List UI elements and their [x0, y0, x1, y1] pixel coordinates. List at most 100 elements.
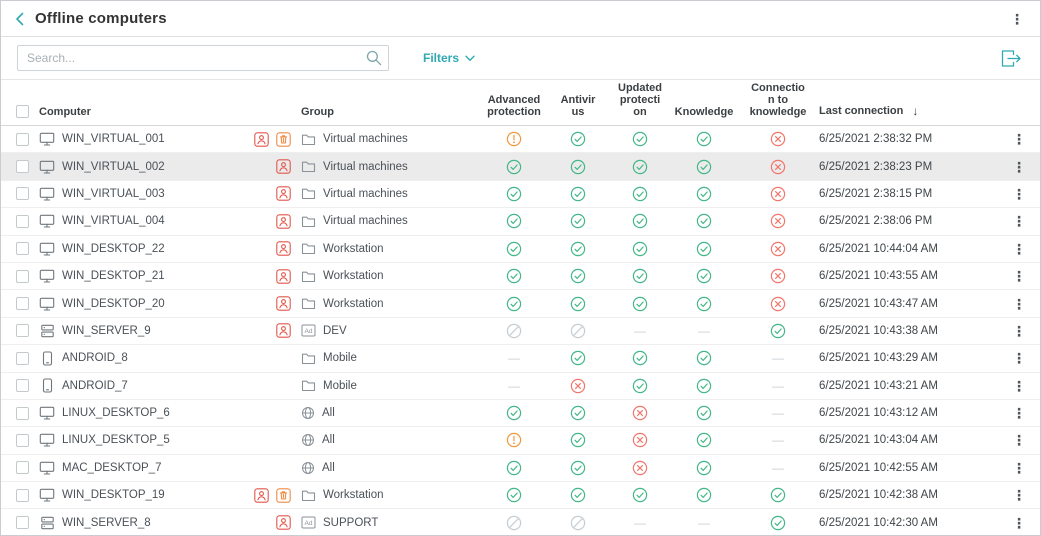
group-name: SUPPORT [323, 517, 378, 529]
column-header-group[interactable]: Group [301, 106, 481, 125]
status-none: — [634, 516, 646, 530]
status-none: — [772, 351, 784, 365]
table-row[interactable]: WIN_VIRTUAL_003Virtual machines6/25/2021… [1, 181, 1040, 208]
last-connection: 6/25/2021 10:43:47 AM [819, 298, 938, 310]
row-checkbox[interactable] [16, 324, 29, 337]
row-checkbox[interactable] [16, 187, 29, 200]
table-row[interactable]: WIN_VIRTUAL_004Virtual machines6/25/2021… [1, 208, 1040, 235]
group-name: Virtual machines [323, 215, 408, 227]
row-checkbox[interactable] [16, 297, 29, 310]
status-ok-icon [506, 296, 522, 312]
select-all-checkbox[interactable] [16, 105, 29, 118]
table-row[interactable]: WIN_VIRTUAL_002Virtual machines6/25/2021… [1, 153, 1040, 180]
folder-icon [301, 187, 316, 200]
status-ok-icon [506, 405, 522, 421]
row-checkbox[interactable] [16, 379, 29, 392]
status-ok-icon [632, 213, 648, 229]
topbar: Offline computers ⋮ [1, 1, 1040, 37]
search-icon[interactable] [366, 50, 382, 66]
column-header-antivirus[interactable]: Antivirus [547, 94, 609, 125]
row-menu-icon[interactable]: ⋮ [1012, 160, 1026, 174]
user-badge-icon [254, 132, 269, 147]
row-menu-icon[interactable]: ⋮ [1012, 132, 1026, 146]
row-menu-icon[interactable]: ⋮ [1012, 379, 1026, 393]
column-header-updated-protection[interactable]: Updated protection [609, 82, 671, 125]
row-menu-icon[interactable]: ⋮ [1012, 297, 1026, 311]
row-menu-icon[interactable]: ⋮ [1012, 406, 1026, 420]
column-header-computer[interactable]: Computer [39, 106, 301, 125]
row-checkbox[interactable] [16, 270, 29, 283]
page-title: Offline computers [35, 10, 167, 27]
status-ok-icon [696, 487, 712, 503]
row-checkbox[interactable] [16, 461, 29, 474]
row-menu-icon[interactable]: ⋮ [1012, 324, 1026, 338]
monitor-icon [39, 132, 55, 146]
row-menu-icon[interactable]: ⋮ [1012, 461, 1026, 475]
svg-text:Ad: Ad [305, 328, 313, 335]
table-row[interactable]: ANDROID_8Mobile——6/25/2021 10:43:29 AM⋮ [1, 345, 1040, 372]
table-row[interactable]: ANDROID_7Mobile——6/25/2021 10:43:21 AM⋮ [1, 373, 1040, 400]
globe-icon [301, 406, 315, 420]
monitor-icon [39, 406, 55, 420]
table-row[interactable]: WIN_DESKTOP_20Workstation6/25/2021 10:43… [1, 290, 1040, 317]
table-row[interactable]: WIN_DESKTOP_19Workstation6/25/2021 10:42… [1, 482, 1040, 509]
sort-desc-arrow-icon[interactable]: ↓ [912, 104, 918, 118]
table-row[interactable]: WIN_SERVER_9AdDEV——6/25/2021 10:43:38 AM… [1, 318, 1040, 345]
back-button[interactable] [15, 12, 24, 26]
offline-computers-page: Offline computers ⋮ Filters Computer Gro… [0, 0, 1041, 536]
column-header-advanced-protection[interactable]: Advanced protection [481, 94, 547, 125]
status-ok-icon [632, 186, 648, 202]
table-row[interactable]: WIN_SERVER_8AdSUPPORT——6/25/2021 10:42:3… [1, 509, 1040, 536]
table-row[interactable]: MAC_DESKTOP_7All—6/25/2021 10:42:55 AM⋮ [1, 455, 1040, 482]
column-header-knowledge[interactable]: Knowledge [671, 106, 737, 125]
row-checkbox[interactable] [16, 215, 29, 228]
status-ok-icon [632, 378, 648, 394]
table-row[interactable]: WIN_VIRTUAL_001Virtual machines6/25/2021… [1, 126, 1040, 153]
column-header-last-connection[interactable]: Last connection ↓ [819, 104, 989, 125]
row-checkbox[interactable] [16, 160, 29, 173]
row-menu-icon[interactable]: ⋮ [1012, 242, 1026, 256]
status-error-icon [770, 131, 786, 147]
computer-name: WIN_DESKTOP_22 [62, 243, 165, 255]
row-checkbox[interactable] [16, 516, 29, 529]
row-menu-icon[interactable]: ⋮ [1012, 488, 1026, 502]
status-ok-icon [696, 131, 712, 147]
row-menu-icon[interactable]: ⋮ [1012, 269, 1026, 283]
computer-name: LINUX_DESKTOP_5 [62, 434, 170, 446]
export-icon[interactable] [1000, 49, 1024, 68]
row-checkbox[interactable] [16, 489, 29, 502]
page-menu-icon[interactable]: ⋮ [1010, 12, 1026, 26]
status-ok-icon [570, 268, 586, 284]
user-badge-icon [276, 241, 291, 256]
row-menu-icon[interactable]: ⋮ [1012, 214, 1026, 228]
row-menu-icon[interactable]: ⋮ [1012, 516, 1026, 530]
table-row[interactable]: WIN_DESKTOP_21Workstation6/25/2021 10:43… [1, 263, 1040, 290]
status-ok-icon [506, 159, 522, 175]
filters-button[interactable]: Filters [423, 51, 475, 65]
search-input[interactable] [17, 45, 389, 71]
row-menu-icon[interactable]: ⋮ [1012, 433, 1026, 447]
status-ok-icon [570, 296, 586, 312]
row-menu-icon[interactable]: ⋮ [1012, 351, 1026, 365]
status-warning-icon [506, 432, 522, 448]
row-checkbox[interactable] [16, 434, 29, 447]
last-connection: 6/25/2021 10:43:12 AM [819, 407, 938, 419]
column-header-connection-to-knowledge[interactable]: Connection to knowledge [737, 82, 819, 125]
row-checkbox[interactable] [16, 407, 29, 420]
row-checkbox[interactable] [16, 242, 29, 255]
last-connection: 6/25/2021 2:38:32 PM [819, 133, 932, 145]
table-row[interactable]: WIN_DESKTOP_22Workstation6/25/2021 10:44… [1, 236, 1040, 263]
trash-badge-icon [276, 132, 291, 147]
trash-badge-icon [276, 488, 291, 503]
table-row[interactable]: LINUX_DESKTOP_5All—6/25/2021 10:43:04 AM… [1, 427, 1040, 454]
row-checkbox[interactable] [16, 352, 29, 365]
last-connection: 6/25/2021 10:44:04 AM [819, 243, 938, 255]
status-none: — [698, 324, 710, 338]
table-row[interactable]: LINUX_DESKTOP_6All—6/25/2021 10:43:12 AM… [1, 400, 1040, 427]
group-name: Workstation [323, 270, 384, 282]
status-ok-icon [696, 186, 712, 202]
row-menu-icon[interactable]: ⋮ [1012, 187, 1026, 201]
row-checkbox[interactable] [16, 133, 29, 146]
last-connection: 6/25/2021 10:43:04 AM [819, 434, 938, 446]
group-name: Workstation [323, 489, 384, 501]
